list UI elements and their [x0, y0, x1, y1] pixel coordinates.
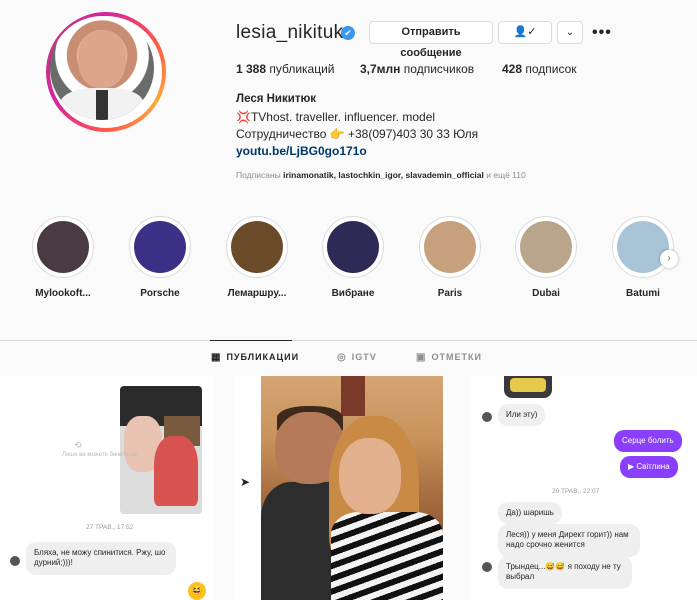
missed-call-note: Лише ви можете бачити це: [62, 452, 137, 458]
laughing-emoji-icon: 😆: [188, 582, 206, 600]
profile-username: lesia_nikituk: [236, 22, 344, 43]
following-button[interactable]: 👤✓: [498, 21, 552, 44]
message-timestamp: 20 ТРАВ., 22:07: [552, 488, 600, 495]
couple-photo: [261, 376, 443, 600]
message-bubble: Леся)) у меня Директ горит)) нам надо ср…: [498, 524, 640, 557]
highlight-dubai[interactable]: Dubai: [506, 216, 586, 299]
highlight-vybrane[interactable]: Вибране: [313, 216, 393, 299]
tab-posts[interactable]: ▦ ПУБЛИКАЦИИ: [211, 352, 299, 363]
share-arrow-icon[interactable]: ➤: [235, 468, 255, 496]
grid-icon: ▦: [211, 352, 222, 363]
message-bubble-sent: Серце болить: [614, 430, 682, 453]
highlights-next-icon[interactable]: ›: [660, 250, 678, 268]
post-thumbnail-3[interactable]: Или эту) Серце болить ▶ Світлина 20 ТРАВ…: [470, 376, 697, 600]
message-bubble-sent: ▶ Світлина: [620, 456, 678, 479]
bio-line-2: Сотрудничество 👉 +38(097)403 30 33 Юля: [236, 127, 479, 141]
posts-count: 1 388 публикаций: [236, 62, 335, 76]
followers-count[interactable]: 3,7млн подписчиков: [360, 62, 474, 76]
sender-avatar: [482, 412, 492, 422]
message-bubble: Бляха, не можу спинитися. Ржу, шо дурний…: [26, 542, 176, 575]
post-thumbnail-2[interactable]: ➤: [235, 376, 447, 600]
highlight-paris[interactable]: Paris: [410, 216, 490, 299]
tag-icon: ▣: [416, 352, 427, 363]
shared-media-preview: [504, 376, 552, 398]
igtv-icon: ◎: [337, 352, 347, 363]
highlight-mylookoft[interactable]: Mylookoft...: [23, 216, 103, 299]
tabs-divider: [0, 340, 697, 341]
tab-igtv[interactable]: ◎ IGTV: [337, 352, 377, 363]
sender-avatar: [482, 562, 492, 572]
active-tab-indicator: [210, 340, 292, 341]
bio-line-1: 💢TVhost. traveller. influencer. model: [236, 110, 436, 124]
message-timestamp: 27 ТРАВ., 17:52: [86, 524, 134, 531]
bio-link[interactable]: youtu.be/LjBG0go171o: [236, 144, 367, 158]
highlight-porsche[interactable]: Porsche: [120, 216, 200, 299]
more-options-icon[interactable]: •••: [592, 24, 612, 42]
tab-tagged[interactable]: ▣ ОТМЕТКИ: [416, 352, 482, 363]
message-bubble: Да)) шаришь: [498, 502, 562, 525]
send-message-button[interactable]: Отправить сообщение: [369, 21, 493, 59]
profile-avatar[interactable]: [46, 12, 166, 132]
highlight-lemarshru[interactable]: Лемаршру...: [217, 216, 297, 299]
post-thumbnail-1[interactable]: ⟲ Лише ви можете бачити це 27 ТРАВ., 17:…: [0, 376, 214, 600]
message-bubble: Трындец...😅😅 я походу не ту выбрал: [498, 556, 632, 589]
verified-badge-icon: ✔: [341, 26, 355, 40]
sender-avatar: [10, 556, 20, 566]
followed-by[interactable]: Подписаны irinamonatik, lastochkin_igor,…: [236, 170, 526, 180]
message-bubble: Или эту): [498, 404, 546, 427]
profile-full-name: Леся Никитюк: [236, 93, 317, 105]
video-call-image: [120, 386, 202, 514]
suggestions-dropdown-button[interactable]: ⌄: [557, 21, 583, 44]
following-count[interactable]: 428 подписок: [502, 62, 577, 76]
